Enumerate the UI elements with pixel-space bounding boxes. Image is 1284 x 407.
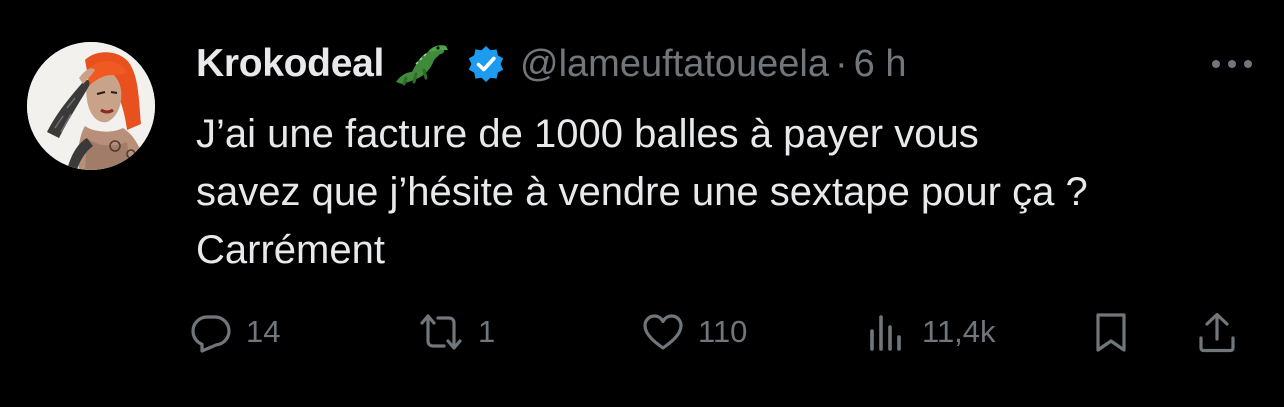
- user-handle[interactable]: @lameuftatoueela: [520, 43, 829, 86]
- reply-icon: [191, 315, 231, 353]
- reply-button[interactable]: 14: [190, 300, 280, 364]
- tweet-text-line: Carrément: [196, 228, 385, 272]
- retweet-count: 1: [478, 314, 496, 349]
- share-icon: [1199, 312, 1235, 353]
- tweet-header: Krokodeal @lameuftatoueela · 6 h: [196, 38, 907, 90]
- retweet-icon: [420, 314, 462, 350]
- reply-count: 14: [246, 314, 281, 349]
- views-icon: [870, 315, 901, 351]
- heart-icon: [643, 314, 683, 350]
- bookmark-icon: [1096, 313, 1126, 352]
- crocodile-icon: [392, 42, 450, 86]
- more-dots-icon: [1212, 60, 1252, 68]
- tweet-text-line: J’ai une facture de 1000 balles à payer …: [196, 112, 979, 156]
- display-name[interactable]: Krokodeal: [196, 42, 384, 86]
- bookmark-button[interactable]: [1090, 300, 1132, 364]
- verified-badge-icon[interactable]: [466, 44, 506, 84]
- views-button[interactable]: 11,4k: [866, 300, 996, 364]
- like-button[interactable]: 110: [642, 300, 747, 364]
- avatar[interactable]: [27, 42, 155, 170]
- tweet-text-line: savez que j’hésite à vendre une sextape …: [196, 170, 1088, 214]
- share-button[interactable]: [1196, 300, 1238, 364]
- timestamp[interactable]: 6 h: [854, 43, 907, 86]
- tweet-actions-bar: 14 1 110 11,4k: [190, 300, 1260, 364]
- tweet-text: J’ai une facture de 1000 balles à payer …: [196, 105, 1266, 279]
- retweet-button[interactable]: 1: [418, 300, 495, 364]
- tweet-card[interactable]: Krokodeal @lameuftatoueela · 6 h J’ai un…: [0, 0, 1284, 407]
- more-options-button[interactable]: [1210, 52, 1254, 76]
- like-count: 110: [698, 314, 748, 349]
- avatar-illustration: [27, 42, 155, 170]
- views-count: 11,4k: [922, 314, 996, 349]
- separator-dot: ·: [835, 42, 848, 85]
